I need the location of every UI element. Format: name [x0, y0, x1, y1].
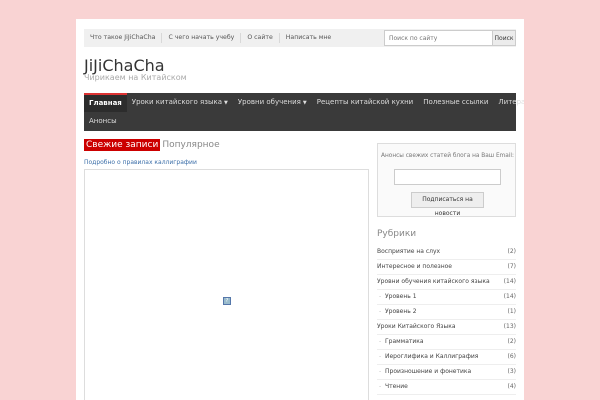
category-name[interactable]: Уровень 2 — [379, 305, 416, 319]
category-item[interactable]: Уровень 2 (1) — [377, 305, 516, 320]
main-nav-row: Главная Уроки китайского языка ▼ Уровни о… — [84, 93, 524, 112]
category-count: (7) — [507, 263, 517, 270]
tab-popular[interactable]: Популярное — [160, 139, 221, 151]
category-name[interactable]: Произношение и фонетика — [379, 365, 471, 379]
nav-lessons-label: Уроки китайского языка — [131, 98, 223, 106]
search-input[interactable] — [384, 30, 494, 46]
broken-image-icon: ? — [223, 297, 231, 305]
post-link[interactable]: Подробно о правилах каллиграфии — [84, 159, 197, 166]
nav-home[interactable]: Главная — [84, 93, 127, 112]
posts-tabs: Свежие записи Популярное — [84, 139, 222, 151]
top-nav: Что такое JiJiChaCha С чего начать учебу… — [84, 29, 337, 47]
nav-lessons[interactable]: Уроки китайского языка ▼ — [127, 93, 233, 112]
category-name[interactable]: Восприятие на слух — [377, 245, 440, 259]
topnav-about[interactable]: О сайте — [241, 33, 280, 43]
category-item[interactable]: Уровни обучения китайского языка (14) — [377, 275, 516, 290]
category-count: (14) — [503, 293, 516, 300]
category-count: (2) — [507, 248, 517, 255]
category-name[interactable]: Грамматика — [379, 335, 424, 349]
category-count: (14) — [503, 278, 516, 285]
post-content-box — [84, 169, 369, 400]
subscribe-button[interactable]: Подписаться на новости — [411, 192, 484, 217]
category-count: (2) — [507, 338, 517, 345]
category-item[interactable]: Уровень 1 (14) — [377, 290, 516, 305]
category-item[interactable]: Произношение и фонетика (3) — [377, 365, 516, 380]
subscribe-widget: Анонсы свежих статей блога на Ваш Email:… — [377, 143, 516, 217]
nav-links[interactable]: Полезные ссылки — [418, 93, 493, 112]
category-item[interactable]: Иероглифика и Каллиграфия (6) — [377, 350, 516, 365]
nav-levels-label: Уровни обучения — [237, 98, 301, 106]
categories-title: Рубрики — [377, 229, 417, 239]
categories-list: Восприятие на слух (2) Интересное и полез… — [377, 245, 516, 395]
topnav-what-is[interactable]: Что такое JiJiChaCha — [84, 33, 163, 43]
category-item[interactable]: Чтение (4) — [377, 380, 516, 395]
main-nav-row: Анонсы — [84, 112, 122, 131]
category-name[interactable]: Чтение — [379, 380, 408, 394]
nav-levels[interactable]: Уровни обучения ▼ — [233, 93, 312, 112]
nav-recipes[interactable]: Рецепты китайской кухни — [312, 93, 418, 112]
main-nav: Главная Уроки китайского языка ▼ Уровни о… — [84, 93, 524, 131]
category-count: (6) — [507, 353, 517, 360]
category-name[interactable]: Уроки Китайского Языка — [377, 320, 456, 334]
nav-announcements[interactable]: Анонсы — [84, 112, 122, 131]
category-name[interactable]: Уровень 1 — [379, 290, 416, 304]
subscribe-label: Анонсы свежих статей блога на Ваш Email: — [381, 153, 514, 159]
category-count: (4) — [507, 383, 517, 390]
search-form: Поиск — [384, 30, 516, 46]
nav-literature[interactable]: Литература — [493, 93, 524, 112]
tab-recent-posts[interactable]: Свежие записи — [84, 139, 161, 151]
search-button[interactable]: Поиск — [493, 30, 516, 46]
topnav-contact[interactable]: Написать мне — [280, 33, 337, 43]
email-field[interactable] — [394, 169, 501, 185]
category-count: (3) — [507, 368, 517, 375]
category-name[interactable]: Уровни обучения китайского языка — [377, 275, 490, 289]
category-item[interactable]: Грамматика (2) — [377, 335, 516, 350]
caret-down-icon: ▼ — [224, 100, 228, 106]
category-count: (1) — [507, 308, 517, 315]
topnav-where-to-start[interactable]: С чего начать учебу — [162, 33, 242, 43]
page-container: Что такое JiJiChaCha С чего начать учебу… — [76, 19, 524, 400]
category-item[interactable]: Интересное и полезное (7) — [377, 260, 516, 275]
category-item[interactable]: Восприятие на слух (2) — [377, 245, 516, 260]
category-item[interactable]: Уроки Китайского Языка (13) — [377, 320, 516, 335]
category-count: (13) — [503, 323, 516, 330]
top-bar: Что такое JiJiChaCha С чего начать учебу… — [84, 29, 516, 47]
category-name[interactable]: Интересное и полезное — [377, 260, 452, 274]
site-description: Чирикаем на Китайском — [84, 73, 187, 82]
caret-down-icon: ▼ — [302, 100, 307, 106]
category-name[interactable]: Иероглифика и Каллиграфия — [379, 350, 478, 364]
